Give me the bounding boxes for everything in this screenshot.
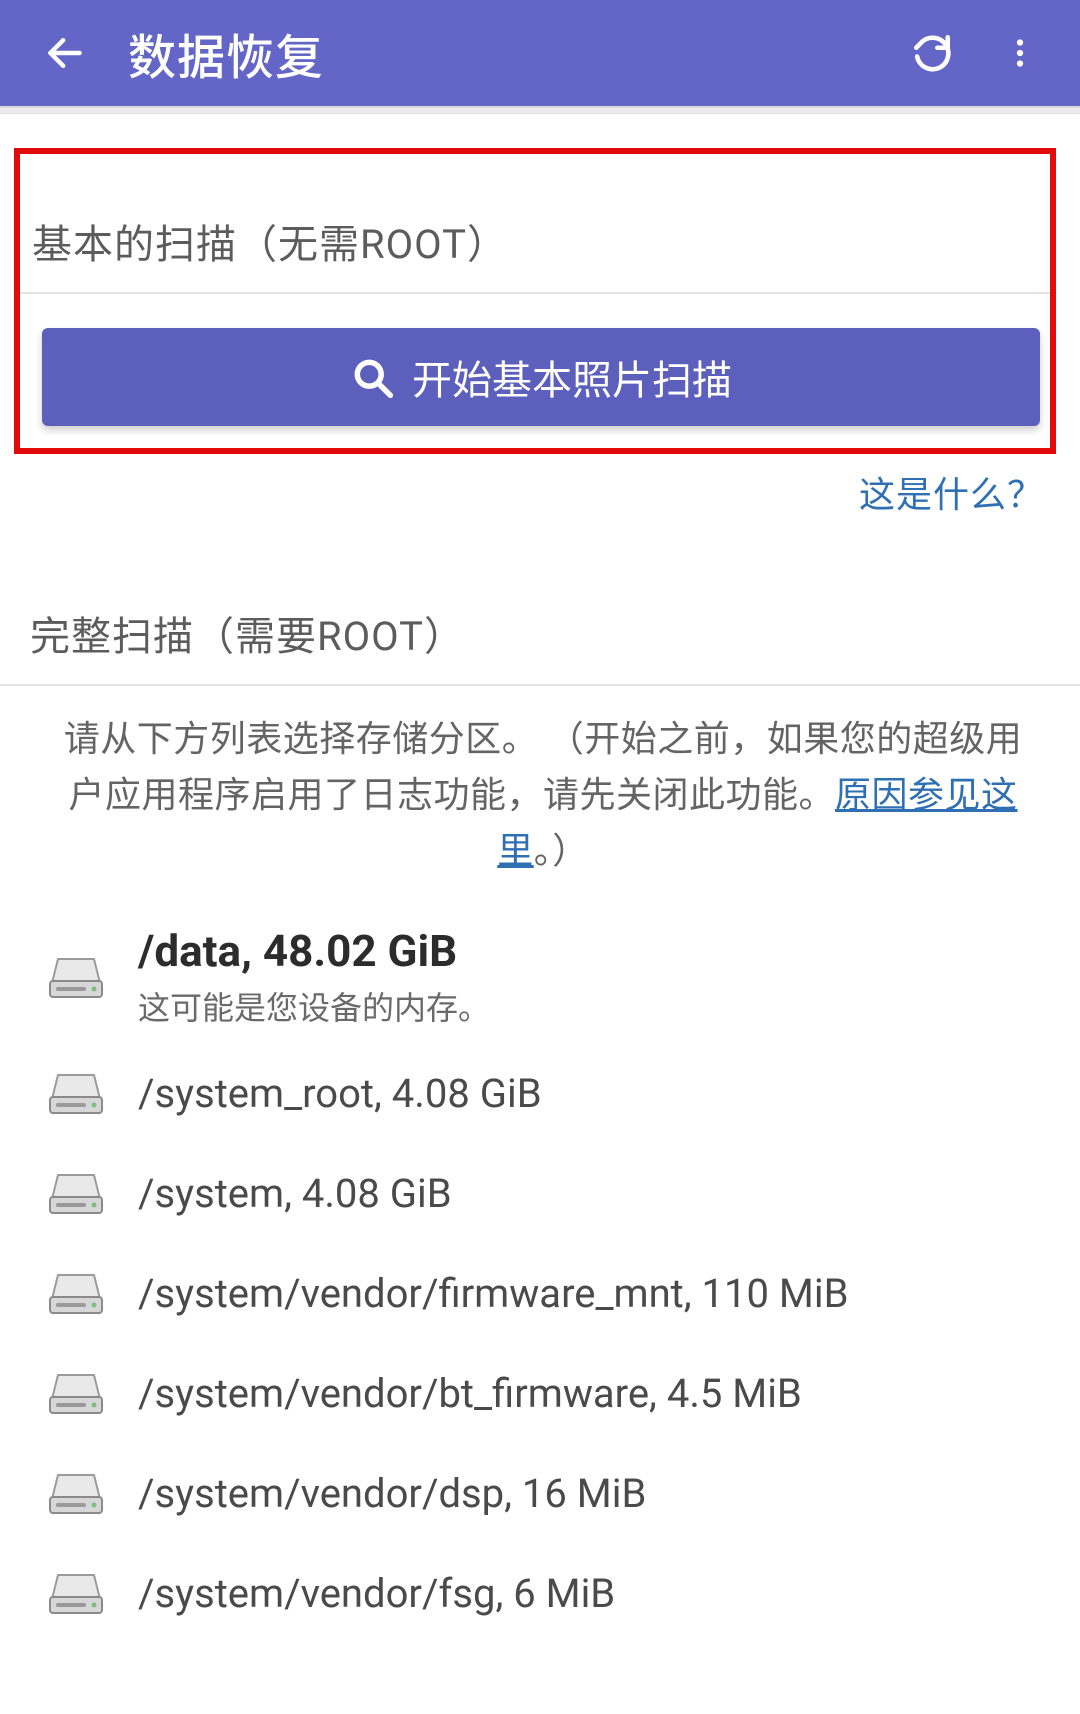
partition-label: /system/vendor/bt_firmware, 4.5 MiB xyxy=(138,1370,802,1417)
drive-icon xyxy=(46,1069,106,1117)
what-is-this-link[interactable]: 这是什么？ xyxy=(859,474,1044,516)
drive-icon xyxy=(46,1269,106,1317)
drive-icon xyxy=(46,1169,106,1217)
partition-subtext: 这可能是您设备的内存。 xyxy=(138,983,490,1029)
instruction-text-suffix: 。） xyxy=(534,830,589,872)
partition-row-data[interactable]: /data, 48.02 GiB 这可能是您设备的内存。 xyxy=(46,911,1050,1043)
full-scan-instruction: 请从下方列表选择存储分区。 （开始之前，如果您的超级用户应用程序启用了日志功能，… xyxy=(0,686,1080,879)
partition-label: /system/vendor/firmware_mnt, 110 MiB xyxy=(138,1270,849,1317)
partition-label: /system/vendor/fsg, 6 MiB xyxy=(138,1570,615,1617)
back-button[interactable] xyxy=(36,24,94,82)
partition-label: /system, 4.08 GiB xyxy=(138,1170,452,1217)
drive-icon xyxy=(46,1569,106,1617)
partition-row[interactable]: /system_root, 4.08 GiB xyxy=(46,1043,1050,1143)
page-title: 数据恢复 xyxy=(128,18,324,88)
appbar: 数据恢复 xyxy=(0,0,1080,106)
search-icon xyxy=(350,355,394,399)
basic-scan-highlight: 基本的扫描（无需ROOT） 开始基本照片扫描 xyxy=(14,148,1056,454)
partition-row[interactable]: /system/vendor/bt_firmware, 4.5 MiB xyxy=(46,1343,1050,1443)
drive-icon xyxy=(46,1469,106,1517)
partition-row[interactable]: /system/vendor/fsg, 6 MiB xyxy=(46,1543,1050,1643)
partition-row[interactable]: /system/vendor/firmware_mnt, 110 MiB xyxy=(46,1243,1050,1343)
start-basic-scan-label: 开始基本照片扫描 xyxy=(412,348,732,406)
partition-row[interactable]: /system, 4.08 GiB xyxy=(46,1143,1050,1243)
arrow-left-icon xyxy=(43,31,87,75)
more-button[interactable] xyxy=(988,21,1052,85)
drive-icon xyxy=(46,953,106,1001)
partition-label: /system/vendor/dsp, 16 MiB xyxy=(138,1470,646,1517)
more-vertical-icon xyxy=(1002,35,1038,71)
partition-label: /data, 48.02 GiB xyxy=(138,925,490,977)
divider xyxy=(0,106,1080,114)
basic-scan-title: 基本的扫描（无需ROOT） xyxy=(20,154,1050,294)
partition-label: /system_root, 4.08 GiB xyxy=(138,1070,542,1117)
refresh-button[interactable] xyxy=(900,21,964,85)
partition-row[interactable]: /system/vendor/dsp, 16 MiB xyxy=(46,1443,1050,1543)
partition-list: /data, 48.02 GiB 这可能是您设备的内存。 /system_roo… xyxy=(0,879,1080,1643)
full-scan-title: 完整扫描（需要ROOT） xyxy=(0,518,1080,686)
start-basic-scan-button[interactable]: 开始基本照片扫描 xyxy=(42,328,1040,426)
refresh-icon xyxy=(911,32,953,74)
drive-icon xyxy=(46,1369,106,1417)
